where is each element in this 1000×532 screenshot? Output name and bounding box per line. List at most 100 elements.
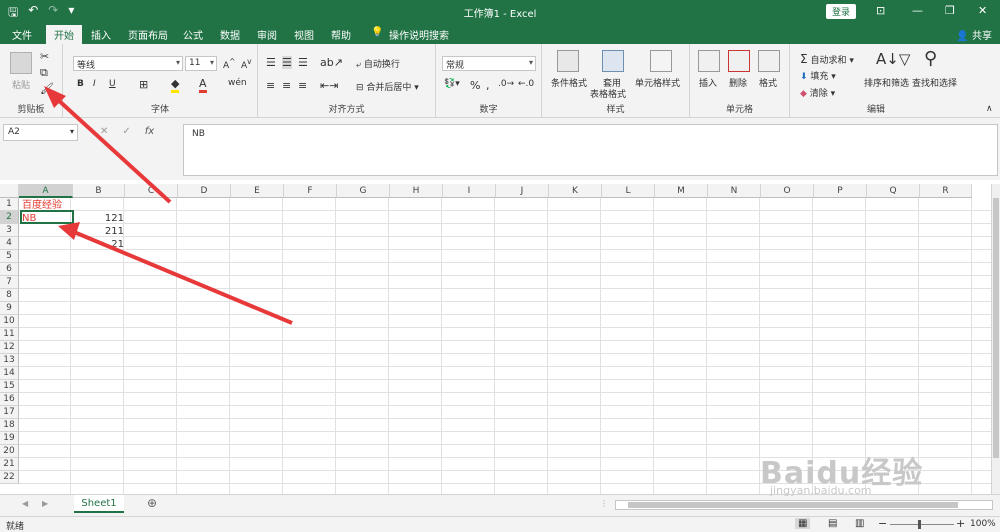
row-header-4[interactable]: 4 [0,237,19,250]
currency-icon[interactable]: 💱▾ [444,79,460,89]
align-left-icon[interactable]: ≡ [266,79,275,92]
horizontal-scroll-thumb[interactable] [628,502,958,508]
tab-formulas[interactable]: 公式 [183,27,203,42]
tab-view[interactable]: 视图 [294,27,314,42]
sheet-tab-sheet1[interactable]: Sheet1 [74,495,124,513]
align-center-icon[interactable]: ≡ [282,79,291,92]
column-header-f[interactable]: F [284,184,337,198]
cut-icon[interactable]: ✂ [40,50,49,63]
grow-font-icon[interactable]: A^ [223,57,235,71]
formula-input[interactable]: NB [183,124,998,176]
row-header-17[interactable]: 17 [0,406,19,419]
comma-icon[interactable]: , [486,79,490,92]
row-header-8[interactable]: 8 [0,289,19,302]
row-header-7[interactable]: 7 [0,276,19,289]
login-button[interactable]: 登录 [826,4,857,19]
align-middle-icon[interactable]: ☰ [282,56,292,69]
copy-icon[interactable]: ⧉ [40,66,48,80]
vertical-scroll-thumb[interactable] [993,198,999,458]
find-select-button[interactable]: 查找和选择 [912,76,957,89]
ribbon-display-icon[interactable]: ⊡ [876,4,885,17]
sheet-prev-icon[interactable]: ◀ [22,499,28,508]
add-sheet-icon[interactable]: ⊕ [147,496,157,510]
align-top-icon[interactable]: ☰ [266,56,276,69]
normal-view-icon[interactable]: ▦ [795,518,811,529]
zoom-out-icon[interactable]: − [878,517,887,530]
column-header-o[interactable]: O [761,184,814,198]
cancel-icon[interactable]: ✕ [100,126,108,137]
orientation-icon[interactable]: ab↗ [320,56,343,69]
wrap-text-button[interactable]: ⤶ 自动换行 [356,57,400,70]
column-header-l[interactable]: L [602,184,655,198]
autosum-button[interactable]: Σ 自动求和 ▾ [800,52,854,66]
conditional-format-button[interactable]: 条件格式 [551,76,587,89]
row-header-14[interactable]: 14 [0,367,19,380]
column-header-i[interactable]: I [443,184,496,198]
collapse-ribbon-icon[interactable]: ∧ [986,104,993,114]
column-header-b[interactable]: B [73,184,125,198]
sort-filter-button[interactable]: 排序和筛选 [864,76,909,89]
column-header-d[interactable]: D [178,184,231,198]
zoom-in-icon[interactable]: + [956,517,965,530]
font-name-select[interactable]: 等线 ▾ [73,56,183,71]
tab-split-handle[interactable]: ⋮ [600,499,608,508]
row-header-19[interactable]: 19 [0,432,19,445]
row-header-3[interactable]: 3 [0,224,19,237]
row-header-20[interactable]: 20 [0,445,19,458]
row-header-11[interactable]: 11 [0,328,19,341]
row-header-15[interactable]: 15 [0,380,19,393]
font-color-icon[interactable]: A [199,77,207,93]
underline-icon[interactable]: U [109,79,116,89]
close-icon[interactable]: ✕ [978,4,987,17]
row-header-1[interactable]: 1 [0,198,19,211]
zoom-slider-thumb[interactable] [918,520,921,529]
indent-icon[interactable]: ⇤⇥ [320,79,338,92]
column-header-q[interactable]: Q [867,184,920,198]
page-break-view-icon[interactable]: ▥ [855,518,864,529]
fill-button[interactable]: ⬇ 填充 ▾ [800,69,836,82]
row-header-12[interactable]: 12 [0,341,19,354]
column-header-j[interactable]: J [496,184,549,198]
column-header-g[interactable]: G [337,184,390,198]
bold-icon[interactable]: B [77,79,84,89]
row-header-5[interactable]: 5 [0,250,19,263]
tell-me-search[interactable]: 操作说明搜索 [389,27,449,42]
number-format-select[interactable]: 常规 ▾ [442,56,536,71]
row-header-6[interactable]: 6 [0,263,19,276]
clear-button[interactable]: ◆ 清除 ▾ [800,86,835,99]
cell-styles-button[interactable]: 单元格样式 [635,76,680,89]
minimize-icon[interactable]: — [912,4,923,17]
phonetic-icon[interactable]: wén [228,78,247,88]
column-header-e[interactable]: E [231,184,284,198]
zoom-level[interactable]: 100% [970,519,996,529]
column-header-k[interactable]: K [549,184,602,198]
active-cell-selection[interactable] [20,210,74,224]
row-header-13[interactable]: 13 [0,354,19,367]
tab-data[interactable]: 数据 [220,27,240,42]
share-button[interactable]: 👤 共享 [956,27,992,42]
paste-icon[interactable] [10,52,32,74]
cell-b3[interactable]: 211 [74,225,124,238]
sheet-next-icon[interactable]: ▶ [42,499,48,508]
cell-b4[interactable]: 21 [74,238,124,251]
tab-review[interactable]: 审阅 [257,27,277,42]
insert-cells-button[interactable]: 插入 [699,76,717,89]
tab-help[interactable]: 帮助 [331,27,351,42]
format-painter-icon[interactable]: 🖌 [40,82,54,95]
cell-b2[interactable]: 121 [74,212,124,225]
decrease-decimal-icon[interactable]: ←.0 [518,79,534,89]
column-header-m[interactable]: M [655,184,708,198]
enter-icon[interactable]: ✓ [122,126,130,137]
horizontal-scrollbar[interactable] [615,500,993,510]
restore-icon[interactable]: ❐ [945,4,955,17]
tab-file[interactable]: 文件 [12,27,32,42]
zoom-slider[interactable] [890,524,954,525]
row-header-10[interactable]: 10 [0,315,19,328]
percent-icon[interactable]: % [470,79,480,92]
row-header-21[interactable]: 21 [0,458,19,471]
column-header-c[interactable]: C [125,184,178,198]
column-header-n[interactable]: N [708,184,761,198]
select-all-corner[interactable] [0,184,19,198]
row-header-22[interactable]: 22 [0,471,19,484]
vertical-scrollbar[interactable] [991,184,1000,494]
